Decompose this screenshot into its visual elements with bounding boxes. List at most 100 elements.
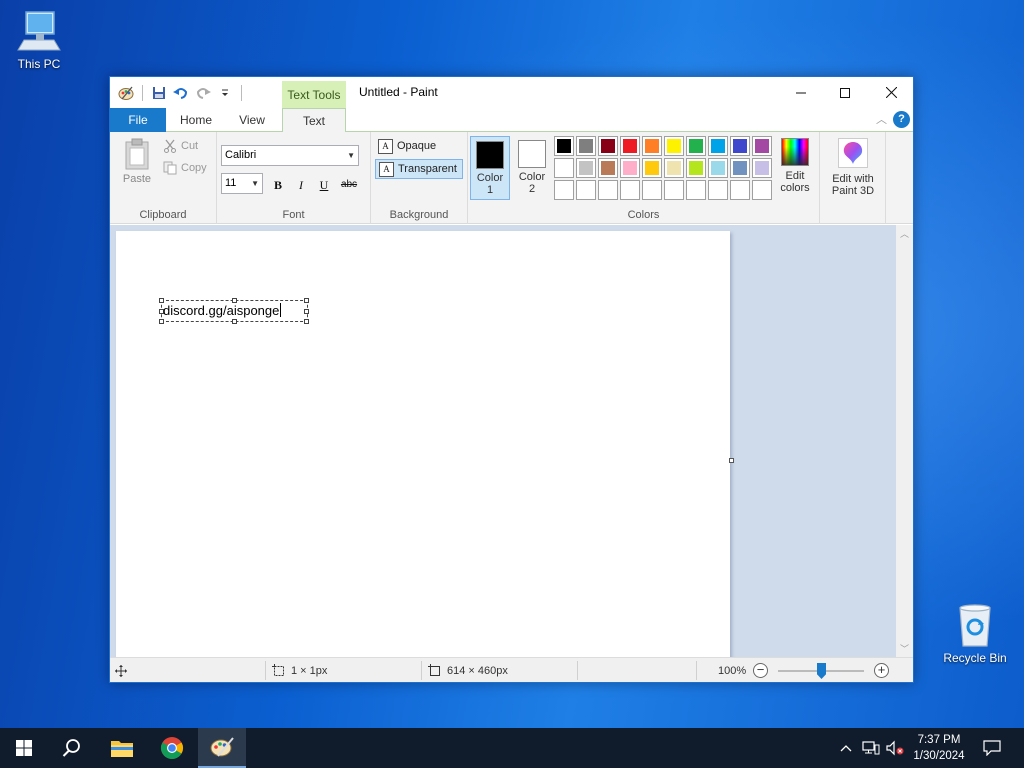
palette-color-swatch[interactable] — [576, 136, 596, 156]
paint-app-icon[interactable] — [116, 83, 136, 103]
palette-color-swatch[interactable] — [554, 158, 574, 178]
save-icon[interactable] — [149, 83, 169, 103]
scroll-down-icon[interactable]: ﹀ — [896, 642, 913, 655]
tab-home[interactable]: Home — [172, 108, 220, 132]
tab-view[interactable]: View — [226, 108, 278, 132]
palette-color-swatch[interactable] — [664, 158, 684, 178]
strikethrough-button[interactable]: abc — [337, 176, 361, 194]
cut-button[interactable]: Cut — [163, 139, 198, 153]
color1-button[interactable]: Color 1 — [470, 136, 510, 200]
zoom-in-button[interactable]: + — [874, 663, 889, 678]
underline-button[interactable]: U — [314, 176, 334, 194]
maximize-button[interactable] — [822, 77, 868, 108]
palette-color-swatch[interactable] — [620, 158, 640, 178]
vertical-scrollbar[interactable]: ︿ ﹀ — [896, 225, 913, 657]
opaque-label: Opaque — [397, 140, 437, 152]
text-box-handle[interactable] — [159, 319, 164, 324]
text-box-handle[interactable] — [304, 309, 309, 314]
close-button[interactable] — [868, 77, 914, 108]
color2-label: Color 2 — [518, 171, 546, 195]
palette-color-swatch[interactable] — [664, 180, 684, 200]
this-pc-desktop-icon[interactable]: This PC — [1, 8, 77, 71]
palette-color-swatch[interactable] — [620, 136, 640, 156]
palette-color-swatch[interactable] — [686, 180, 706, 200]
volume-muted-icon — [886, 740, 904, 756]
text-tools-context-label: Text Tools — [282, 81, 346, 109]
action-center-button[interactable] — [980, 728, 1004, 768]
palette-color-swatch[interactable] — [752, 180, 772, 200]
customize-qat-icon[interactable] — [215, 83, 235, 103]
start-button[interactable] — [0, 728, 48, 768]
palette-color-swatch[interactable] — [708, 136, 728, 156]
palette-color-fill — [755, 183, 769, 197]
palette-color-fill — [623, 139, 637, 153]
palette-color-swatch[interactable] — [686, 136, 706, 156]
palette-color-swatch[interactable] — [598, 180, 618, 200]
palette-color-swatch[interactable] — [752, 136, 772, 156]
canvas-resize-handle[interactable] — [729, 458, 734, 463]
palette-color-swatch[interactable] — [730, 158, 750, 178]
text-box-content[interactable]: discord.gg/aisponge — [163, 303, 282, 318]
volume-button[interactable] — [884, 728, 906, 768]
transparent-button[interactable]: A Transparent — [375, 159, 463, 179]
file-explorer-taskbar-button[interactable] — [98, 728, 146, 768]
font-size-select[interactable]: 11 ▼ — [221, 173, 263, 194]
color2-swatch — [518, 140, 546, 168]
network-button[interactable] — [860, 728, 882, 768]
palette-color-swatch[interactable] — [730, 180, 750, 200]
palette-color-fill — [623, 183, 637, 197]
palette-color-swatch[interactable] — [664, 136, 684, 156]
status-divider — [696, 661, 697, 680]
opaque-button[interactable]: A Opaque — [375, 136, 463, 156]
palette-color-swatch[interactable] — [554, 136, 574, 156]
edit-colors-button[interactable]: Edit colors — [774, 136, 816, 194]
palette-color-swatch[interactable] — [620, 180, 640, 200]
palette-color-swatch[interactable] — [686, 158, 706, 178]
clock[interactable]: 7:37 PM 1/30/2024 — [906, 728, 972, 768]
zoom-out-button[interactable]: − — [753, 663, 768, 678]
redo-icon[interactable] — [193, 83, 213, 103]
recycle-bin-desktop-icon[interactable]: Recycle Bin — [937, 600, 1013, 665]
palette-color-swatch[interactable] — [708, 158, 728, 178]
palette-color-swatch[interactable] — [576, 158, 596, 178]
copy-button[interactable]: Copy — [163, 161, 207, 175]
scroll-up-icon[interactable]: ︿ — [896, 227, 913, 240]
palette-color-fill — [645, 161, 659, 175]
undo-icon[interactable] — [171, 83, 191, 103]
minimize-button[interactable] — [778, 77, 824, 108]
zoom-slider-thumb[interactable] — [817, 663, 826, 679]
palette-color-swatch[interactable] — [730, 136, 750, 156]
show-hidden-icons-button[interactable] — [836, 728, 856, 768]
palette-color-swatch[interactable] — [642, 158, 662, 178]
text-box-handle[interactable] — [304, 319, 309, 324]
search-button[interactable] — [48, 728, 96, 768]
help-icon[interactable]: ? — [893, 111, 910, 128]
paste-button[interactable]: Paste — [120, 138, 154, 185]
text-box-handle[interactable] — [232, 319, 237, 324]
tab-text[interactable]: Text — [282, 108, 346, 133]
drawing-canvas[interactable] — [116, 231, 730, 657]
palette-color-swatch[interactable] — [642, 136, 662, 156]
bold-button[interactable]: B — [268, 176, 288, 194]
title-bar[interactable]: Text Tools Untitled - Paint — [110, 77, 914, 109]
font-family-select[interactable]: Calibri ▼ — [221, 145, 359, 166]
palette-color-swatch[interactable] — [752, 158, 772, 178]
canvas-workspace[interactable]: discord.gg/aisponge ︿ ﹀ — [110, 225, 913, 657]
palette-color-swatch[interactable] — [598, 158, 618, 178]
close-icon — [885, 87, 897, 98]
color2-button[interactable]: Color 2 — [512, 136, 552, 200]
palette-color-swatch[interactable] — [642, 180, 662, 200]
collapse-ribbon-icon[interactable]: ︿ — [876, 111, 887, 127]
italic-button[interactable]: I — [291, 176, 311, 194]
palette-color-swatch[interactable] — [598, 136, 618, 156]
text-box-handle[interactable] — [304, 298, 309, 303]
palette-color-swatch[interactable] — [708, 180, 728, 200]
copy-icon — [163, 161, 177, 175]
taskbar: 7:37 PM 1/30/2024 — [0, 728, 1024, 768]
chrome-taskbar-button[interactable] — [148, 728, 196, 768]
paint-taskbar-button[interactable] — [198, 728, 246, 768]
palette-color-swatch[interactable] — [554, 180, 574, 200]
edit-with-paint3d-button[interactable]: Edit with Paint 3D — [824, 136, 882, 197]
tab-file[interactable]: File — [110, 108, 166, 132]
palette-color-swatch[interactable] — [576, 180, 596, 200]
